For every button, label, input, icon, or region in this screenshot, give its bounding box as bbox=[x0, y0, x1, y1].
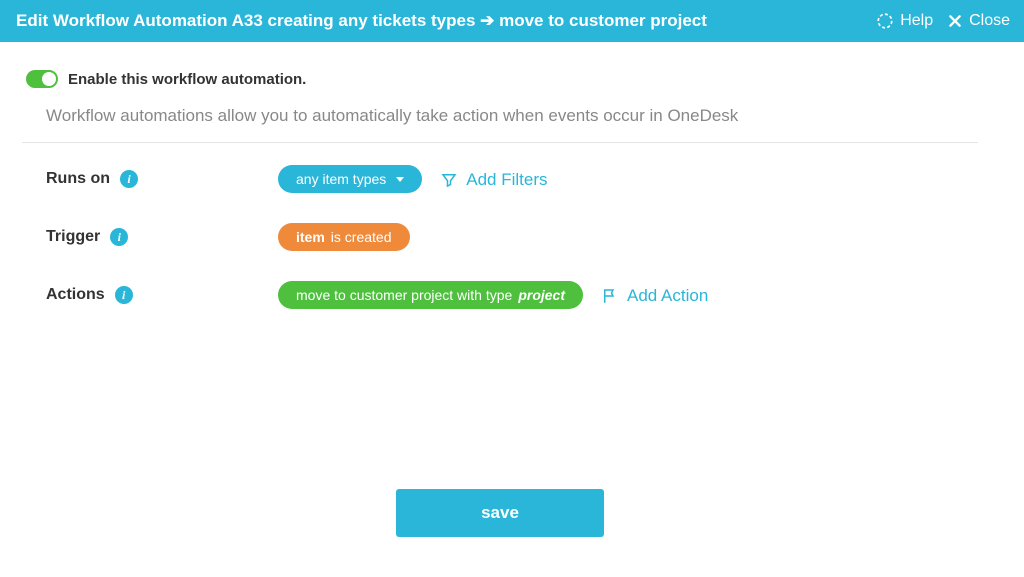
action-pill[interactable]: move to customer project with type proje… bbox=[278, 281, 583, 309]
filter-icon bbox=[440, 171, 458, 189]
actions-label-wrap: Actions i bbox=[46, 286, 278, 304]
actions-label: Actions bbox=[46, 286, 105, 304]
add-filters-button[interactable]: Add Filters bbox=[440, 168, 547, 190]
trigger-label: Trigger bbox=[46, 228, 100, 246]
header-actions: Help Close bbox=[876, 12, 1010, 30]
trigger-pill-bold: item bbox=[296, 229, 325, 245]
trigger-pill[interactable]: item is created bbox=[278, 223, 410, 251]
toggle-knob bbox=[42, 72, 56, 86]
info-icon[interactable]: i bbox=[120, 170, 138, 188]
dialog-header: Edit Workflow Automation A33 creating an… bbox=[0, 0, 1024, 42]
add-action-button[interactable]: Add Action bbox=[601, 284, 708, 306]
save-row: save bbox=[22, 489, 978, 537]
trigger-row: Trigger i item is created bbox=[22, 223, 978, 251]
trigger-pill-rest: is created bbox=[331, 229, 392, 245]
flag-icon bbox=[601, 287, 619, 305]
dialog-title: Edit Workflow Automation A33 creating an… bbox=[16, 11, 707, 31]
help-button[interactable]: Help bbox=[876, 12, 933, 30]
help-icon bbox=[876, 12, 894, 30]
info-icon[interactable]: i bbox=[110, 228, 128, 246]
chevron-down-icon bbox=[396, 177, 404, 182]
info-icon[interactable]: i bbox=[115, 286, 133, 304]
close-label: Close bbox=[969, 12, 1010, 30]
enable-row: Enable this workflow automation. bbox=[22, 70, 978, 88]
runs-on-value: any item types bbox=[296, 171, 386, 187]
save-button[interactable]: save bbox=[396, 489, 604, 537]
actions-row: Actions i move to customer project with … bbox=[22, 281, 978, 309]
runs-on-label-wrap: Runs on i bbox=[46, 170, 278, 188]
runs-on-label: Runs on bbox=[46, 170, 110, 188]
enable-toggle[interactable] bbox=[26, 70, 58, 88]
runs-on-row: Runs on i any item types Add Filters bbox=[22, 165, 978, 193]
description-text: Workflow automations allow you to automa… bbox=[22, 106, 978, 126]
divider bbox=[22, 142, 978, 143]
enable-label: Enable this workflow automation. bbox=[68, 71, 306, 88]
add-filters-label: Add Filters bbox=[466, 170, 547, 190]
add-action-label: Add Action bbox=[627, 286, 708, 306]
action-pill-prefix: move to customer project with type bbox=[296, 287, 512, 303]
close-button[interactable]: Close bbox=[947, 12, 1010, 30]
runs-on-dropdown[interactable]: any item types bbox=[278, 165, 422, 193]
dialog-content: Enable this workflow automation. Workflo… bbox=[0, 42, 1024, 537]
help-label: Help bbox=[900, 12, 933, 30]
close-icon bbox=[947, 13, 963, 29]
trigger-label-wrap: Trigger i bbox=[46, 228, 278, 246]
action-pill-em: project bbox=[518, 287, 565, 303]
